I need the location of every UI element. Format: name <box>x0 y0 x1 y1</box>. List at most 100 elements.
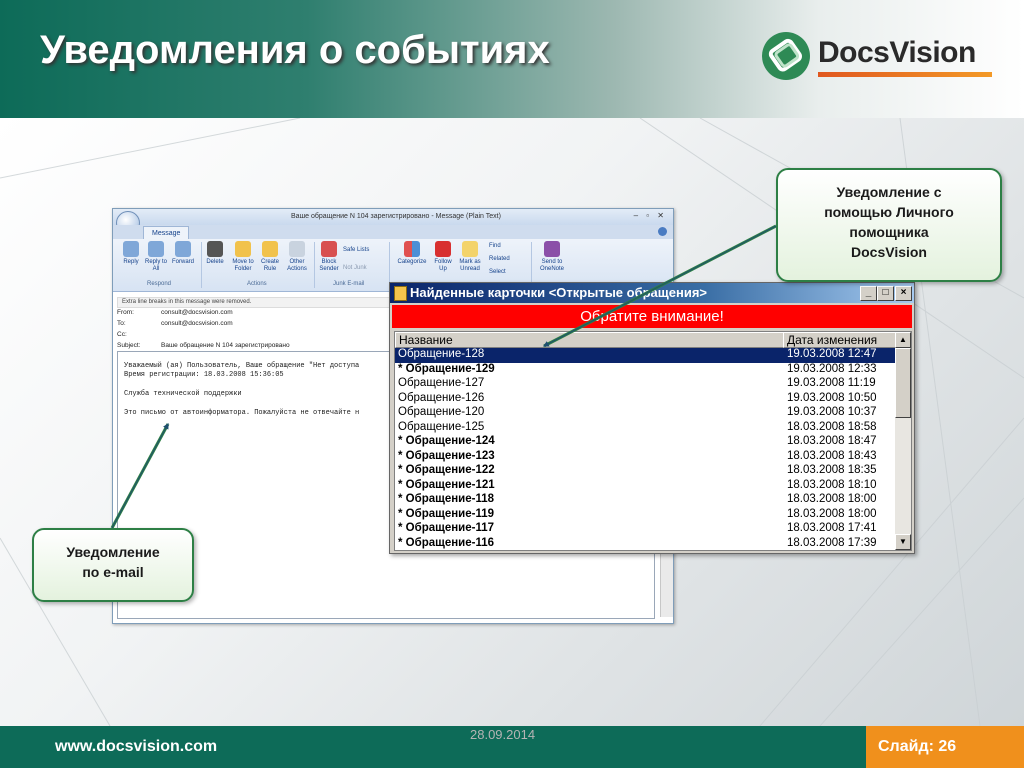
table-row[interactable]: Обращение-127 19.03.2008 11:19 <box>395 377 895 392</box>
body-line: Время регистрации: 18.03.2008 15:36:05 <box>124 371 284 379</box>
from-row: From: consult@docsvision.com <box>117 309 233 316</box>
related-button[interactable]: Related <box>489 256 525 263</box>
docsvision-logo: DocsVision <box>760 28 992 86</box>
card-name: * Обращение-124 <box>398 435 495 447</box>
table-row[interactable]: * Обращение-117 18.03.2008 17:41 <box>395 522 895 537</box>
find-button[interactable]: Find <box>489 243 525 250</box>
table-row[interactable]: Обращение-126 19.03.2008 10:50 <box>395 392 895 407</box>
callout-line: Уведомление <box>66 544 160 560</box>
card-name: * Обращение-118 <box>398 493 495 505</box>
reply-icon <box>123 241 139 257</box>
logo-underline <box>818 72 992 77</box>
ribbon-separator <box>314 242 315 288</box>
card-date: 18.03.2008 18:35 <box>787 464 877 476</box>
list-scrollbar[interactable]: ▲ ▼ <box>895 332 911 550</box>
categorize-button[interactable]: Categorize <box>395 241 429 266</box>
create-rule-button[interactable]: Create Rule <box>259 241 281 273</box>
body-line: Уважаемый (ая) Пользователь, Ваше обраще… <box>124 362 360 370</box>
envelope-icon <box>462 241 478 257</box>
to-label: To: <box>117 320 126 327</box>
footer-date: 28.09.2014 <box>470 727 536 742</box>
table-row[interactable]: * Обращение-124 18.03.2008 18:47 <box>395 435 895 450</box>
forward-button[interactable]: Forward <box>169 241 197 266</box>
mark-unread-button[interactable]: Mark as Unread <box>457 241 483 273</box>
delete-button[interactable]: Delete <box>203 241 227 266</box>
logo-mark-icon <box>762 32 810 80</box>
move-to-folder-button[interactable]: Move to Folder <box>229 241 257 273</box>
card-name: Обращение-128 <box>398 348 485 360</box>
outlook-window-controls[interactable]: – ▫ ✕ <box>634 211 667 220</box>
safe-lists-button[interactable]: Safe Lists <box>343 247 383 254</box>
table-row[interactable]: * Обращение-129 19.03.2008 12:33 <box>395 363 895 378</box>
table-row[interactable]: Обращение-125 18.03.2008 18:58 <box>395 421 895 436</box>
cc-row: Cc: <box>117 331 161 338</box>
card-name: * Обращение-116 <box>398 536 495 549</box>
table-row[interactable]: * Обращение-118 18.03.2008 18:00 <box>395 493 895 508</box>
card-name: * Обращение-119 <box>398 507 495 520</box>
card-name: Обращение-126 <box>398 391 485 404</box>
delete-icon <box>207 241 223 257</box>
card-date: 18.03.2008 18:43 <box>787 449 877 462</box>
column-header-date[interactable]: Дата изменения <box>783 332 896 348</box>
table-row[interactable]: Обращение-120 19.03.2008 10:37 <box>395 406 895 421</box>
card-name: Обращение-125 <box>398 420 485 433</box>
other-actions-button[interactable]: Other Actions <box>283 241 311 273</box>
subject-row: Subject: Ваше обращение N 104 зарегистрир… <box>117 342 290 349</box>
card-name: * Обращение-121 <box>398 478 495 491</box>
from-value[interactable]: consult@docsvision.com <box>161 309 233 316</box>
card-date: 18.03.2008 18:47 <box>787 435 877 447</box>
logo-text: DocsVision <box>818 36 976 69</box>
table-row[interactable]: * Обращение-122 18.03.2008 18:35 <box>395 464 895 479</box>
forward-icon <box>175 241 191 257</box>
group-junk-label: Junk E-mail <box>333 281 365 287</box>
minimize-button[interactable]: _ <box>860 286 877 301</box>
flag-icon <box>435 241 451 257</box>
callout-email: Уведомление по e-mail <box>32 528 194 602</box>
scroll-thumb[interactable] <box>895 348 911 418</box>
card-name: Обращение-127 <box>398 377 485 389</box>
card-date: 18.03.2008 17:39 <box>787 536 877 549</box>
table-row[interactable]: * Обращение-123 18.03.2008 18:43 <box>395 450 895 465</box>
scroll-up-button[interactable]: ▲ <box>895 332 911 348</box>
column-header-name[interactable]: Название <box>395 332 784 348</box>
callout-line: DocsVision <box>851 244 927 260</box>
callout-line: помощника <box>849 224 929 240</box>
categorize-icon <box>404 241 420 257</box>
footer-url[interactable]: www.docsvision.com <box>55 738 217 756</box>
slide-header: Уведомления о событиях DocsVision <box>0 0 1024 118</box>
close-button[interactable]: × <box>895 286 912 301</box>
cards-window-title: Найденные карточки <Открытые обращения> <box>410 285 708 300</box>
onenote-icon <box>544 241 560 257</box>
table-row[interactable]: Обращение-128 19.03.2008 12:47 <box>395 348 895 363</box>
tab-message[interactable]: Message <box>143 226 190 240</box>
table-row[interactable]: * Обращение-116 18.03.2008 17:39 <box>395 537 895 552</box>
maximize-button[interactable]: □ <box>877 286 894 301</box>
other-actions-icon <box>289 241 305 257</box>
card-name: * Обращение-129 <box>398 362 495 375</box>
card-date: 19.03.2008 12:33 <box>787 362 877 375</box>
from-label: From: <box>117 309 134 316</box>
help-icon[interactable] <box>658 227 667 236</box>
reply-all-icon <box>148 241 164 257</box>
table-row[interactable]: * Обращение-119 18.03.2008 18:00 <box>395 508 895 523</box>
reply-all-button[interactable]: Reply to All <box>145 241 167 273</box>
outlook-titlebar: Ваше обращение N 104 зарегистрировано - … <box>113 209 673 225</box>
card-date: 18.03.2008 17:41 <box>787 522 877 534</box>
block-sender-button[interactable]: Block Sender <box>317 241 341 273</box>
ribbon-separator <box>201 242 202 288</box>
card-date: 19.03.2008 10:37 <box>787 406 877 418</box>
cards-list: Название Дата изменения Обращение-128 19.… <box>394 331 912 551</box>
card-name: Обращение-120 <box>398 406 485 418</box>
to-value[interactable]: consult@docsvision.com <box>161 320 233 327</box>
not-junk-button[interactable]: Not Junk <box>343 265 383 272</box>
reply-button[interactable]: Reply <box>119 241 143 266</box>
table-row[interactable]: * Обращение-121 18.03.2008 18:10 <box>395 479 895 494</box>
rule-icon <box>262 241 278 257</box>
scroll-down-button[interactable]: ▼ <box>895 534 911 550</box>
follow-up-button[interactable]: Follow Up <box>431 241 455 273</box>
card-date: 18.03.2008 18:00 <box>787 507 877 520</box>
card-date: 19.03.2008 10:50 <box>787 391 877 404</box>
send-to-onenote-button[interactable]: Send to OneNote <box>537 241 567 273</box>
select-button[interactable]: Select <box>489 269 525 276</box>
attention-banner: Обратите внимание! <box>392 305 912 328</box>
